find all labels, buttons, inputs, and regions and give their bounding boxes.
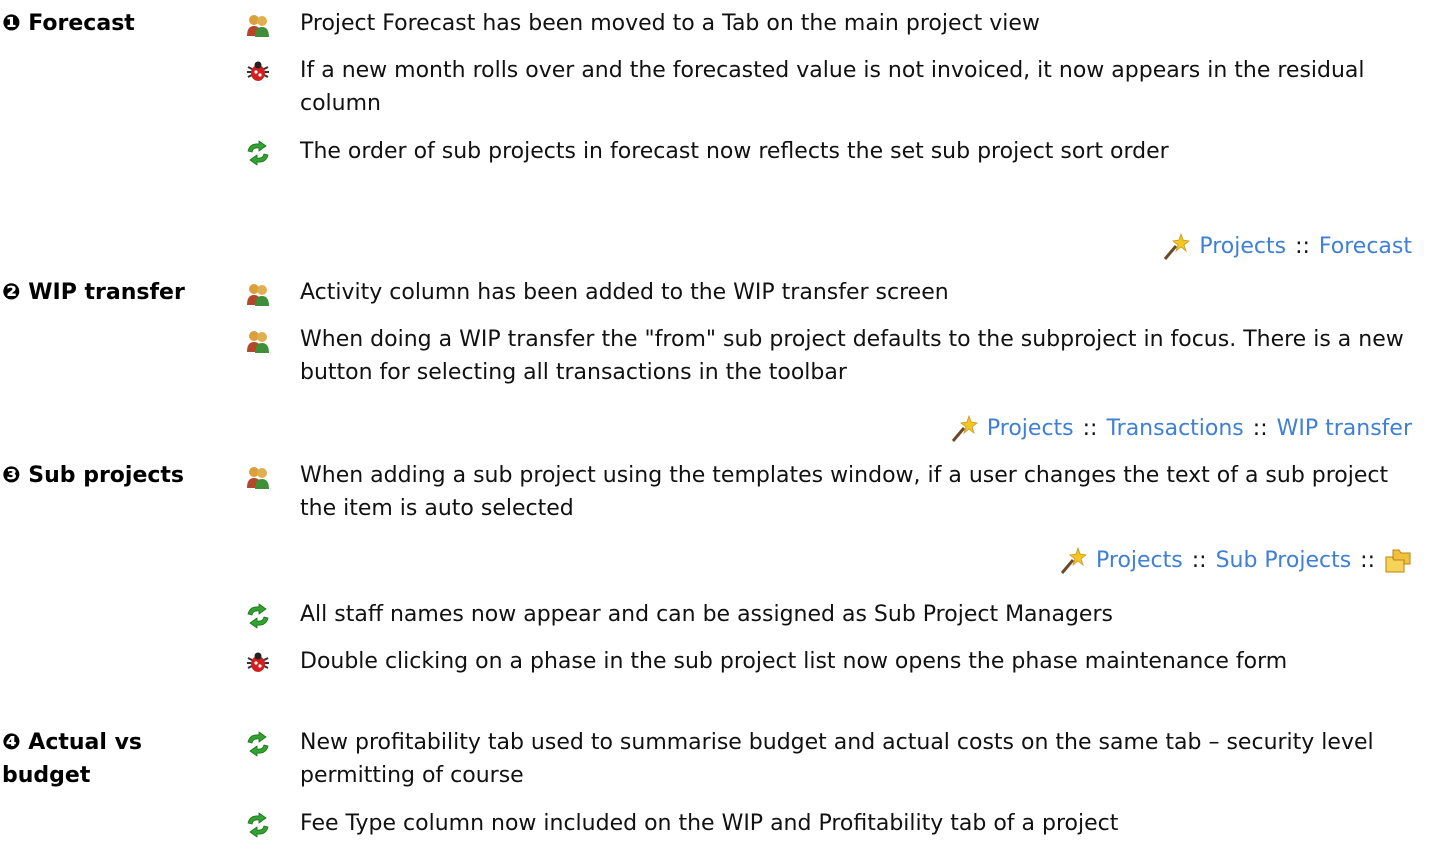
breadcrumb-link-transactions[interactable]: Transactions (1106, 412, 1243, 445)
breadcrumb-separator: :: (1252, 416, 1268, 441)
breadcrumb-link-projects[interactable]: Projects (1199, 230, 1286, 263)
magic-wand-icon (1058, 546, 1088, 576)
refresh-icon (245, 603, 271, 629)
people-icon (245, 12, 271, 38)
breadcrumb-separator: :: (1082, 416, 1098, 441)
people-icon (245, 464, 271, 490)
item-text: If a new month rolls over and the foreca… (300, 58, 1365, 116)
item-text: Fee Type column now included on the WIP … (300, 811, 1119, 836)
section-label-actual-vs-budget: ❹ Actual vs budget (2, 730, 143, 788)
magic-wand-icon (1161, 232, 1191, 262)
breadcrumb-link-wip-transfer[interactable]: WIP transfer (1277, 412, 1412, 445)
section-label-wip-transfer: ❷ WIP transfer (2, 280, 185, 305)
breadcrumb-link-projects[interactable]: Projects (987, 412, 1074, 445)
breadcrumb-separator: :: (1360, 548, 1375, 573)
item-text: When doing a WIP transfer the "from" sub… (300, 327, 1404, 385)
breadcrumb: Projects :: Transactions :: WIP transfer (949, 412, 1412, 445)
refresh-icon (245, 731, 271, 757)
breadcrumb: Projects :: Forecast (1161, 230, 1412, 263)
breadcrumb-link-sub-projects[interactable]: Sub Projects (1216, 544, 1352, 577)
breadcrumb-separator: :: (1191, 548, 1207, 573)
breadcrumb-separator: :: (1295, 234, 1310, 259)
item-text: New profitability tab used to summarise … (300, 730, 1374, 788)
refresh-icon (245, 140, 271, 166)
bug-icon (245, 59, 271, 85)
people-icon (245, 328, 271, 354)
item-text: Project Forecast has been moved to a Tab… (300, 11, 1040, 36)
item-text: Double clicking on a phase in the sub pr… (300, 649, 1288, 674)
folders-icon[interactable] (1384, 548, 1412, 574)
item-text: When adding a sub project using the temp… (300, 463, 1389, 521)
section-label-forecast: ❶ Forecast (2, 11, 135, 36)
refresh-icon (245, 812, 271, 838)
breadcrumb-link-forecast[interactable]: Forecast (1319, 230, 1412, 263)
item-text: The order of sub projects in forecast no… (300, 139, 1169, 164)
magic-wand-icon (949, 414, 979, 444)
section-label-sub-projects: ❸ Sub projects (2, 463, 185, 488)
breadcrumb-link-projects[interactable]: Projects (1096, 544, 1183, 577)
item-text: All staff names now appear and can be as… (300, 602, 1113, 627)
bug-icon (245, 650, 271, 676)
breadcrumb: Projects :: Sub Projects :: (1058, 544, 1412, 577)
people-icon (245, 281, 271, 307)
item-text: Activity column has been added to the WI… (300, 280, 949, 305)
